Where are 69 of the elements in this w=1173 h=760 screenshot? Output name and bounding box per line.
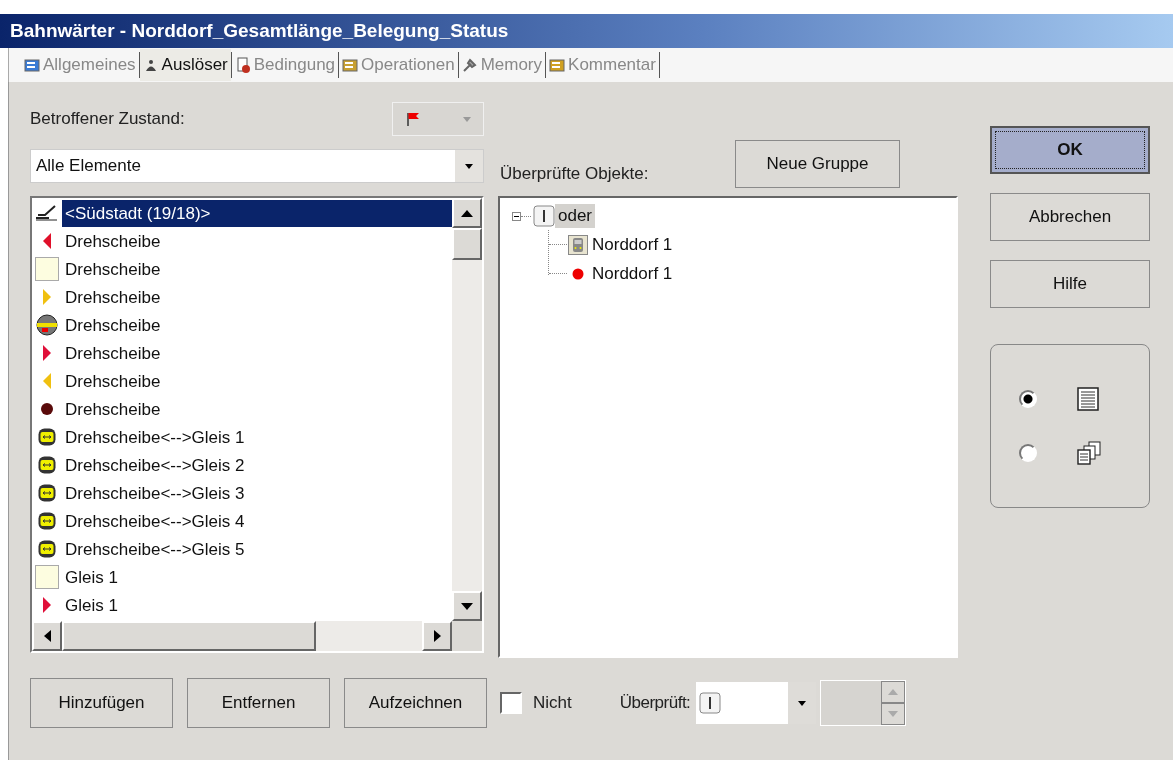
list-icon [1077, 387, 1099, 411]
checked-objects-label: Überprüfte Objekte: [499, 164, 649, 185]
list-item[interactable]: Drehscheibe<-->Gleis 5 [62, 535, 248, 563]
bar-in-box-icon [533, 205, 555, 227]
radio-button[interactable] [1019, 390, 1037, 408]
list-item[interactable]: Drehscheibe [62, 227, 164, 255]
list-item[interactable]: Drehscheibe<-->Gleis 1 [62, 423, 248, 451]
list-item[interactable]: Drehscheibe<-->Gleis 4 [62, 507, 248, 535]
pen-icon [35, 204, 59, 222]
tree-item[interactable]: oder [555, 204, 596, 228]
scrollbar-thumb[interactable] [62, 621, 316, 651]
triangle-right-icon [42, 596, 52, 614]
dialog-button[interactable]: Hilfe [990, 260, 1150, 308]
left-arrow-icon [43, 630, 51, 642]
triangle-left-icon [42, 232, 52, 250]
up-arrow-icon [888, 689, 899, 695]
vertical-scrollbar[interactable] [452, 198, 482, 621]
state-label: Betroffener Zustand: [30, 109, 185, 129]
triangle-left-icon [42, 372, 52, 390]
triangle-right-icon [42, 344, 52, 362]
triangle-right-icon [42, 288, 52, 306]
action-button[interactable]: Aufzeichnen [344, 678, 487, 728]
list-item[interactable]: Drehscheibe<-->Gleis 2 [62, 451, 248, 479]
checked-label: Überprüft: [619, 693, 691, 713]
action-button[interactable]: Hinzufügen [30, 678, 173, 728]
caret-icon [798, 700, 807, 706]
list-item[interactable]: Drehscheibe<-->Gleis 3 [62, 479, 248, 507]
tree-item[interactable]: Norddorf 1 [589, 232, 676, 257]
checkbox[interactable] [500, 692, 522, 714]
dot-icon [572, 267, 584, 280]
checkbox-label: Nicht [533, 693, 572, 713]
stacked-pages-icon [1077, 441, 1101, 465]
right-arrow-icon [433, 630, 441, 642]
list-item[interactable]: Drehscheibe [62, 311, 164, 339]
square-icon [35, 257, 59, 281]
list-item[interactable]: Gleis 1 [62, 563, 121, 591]
square-icon [35, 565, 59, 589]
scrollbar-corner [452, 621, 482, 651]
list-item[interactable]: Gleis 1 [62, 591, 121, 619]
list-item[interactable]: Drehscheibe [62, 339, 164, 367]
action-button[interactable]: Entfernen [187, 678, 330, 728]
horizontal-scrollbar[interactable] [32, 621, 482, 651]
form-icon [24, 57, 40, 73]
list-item[interactable]: Drehscheibe [62, 367, 164, 395]
up-arrow-icon [461, 209, 473, 217]
list-item[interactable]: Drehscheibe [62, 395, 164, 423]
dialog-button[interactable]: OK [990, 126, 1150, 174]
scrollbar-thumb[interactable] [452, 228, 482, 260]
document-icon [234, 57, 251, 73]
list-item[interactable]: Drehscheibe [62, 255, 164, 283]
filter-dropdown[interactable]: Alle Elemente [30, 149, 484, 183]
disc-icon [36, 314, 58, 336]
window-title: Bahnwärter - Norddorf_Gesamtlänge_Belegung_Status [0, 14, 1173, 48]
dialog-button[interactable]: Abbrechen [990, 193, 1150, 241]
down-arrow-icon [461, 602, 473, 610]
caret-icon [463, 116, 471, 122]
tree-item[interactable]: Norddorf 1 [589, 261, 676, 286]
flag-icon [405, 111, 421, 127]
caret-icon [465, 163, 473, 169]
bar-in-box-icon [699, 692, 722, 714]
radio-button[interactable] [1019, 444, 1037, 462]
dot-icon [40, 402, 54, 416]
tab[interactable]: Auslöser [139, 49, 231, 81]
pin-icon [461, 57, 478, 73]
list-item[interactable]: Drehscheibe [62, 283, 164, 311]
new-group-button[interactable]: Neue Gruppe [735, 140, 900, 188]
collapse-icon[interactable] [512, 211, 521, 221]
down-arrow-icon [888, 711, 899, 717]
list-item[interactable]: <Südstadt (19/18)> [62, 199, 452, 227]
